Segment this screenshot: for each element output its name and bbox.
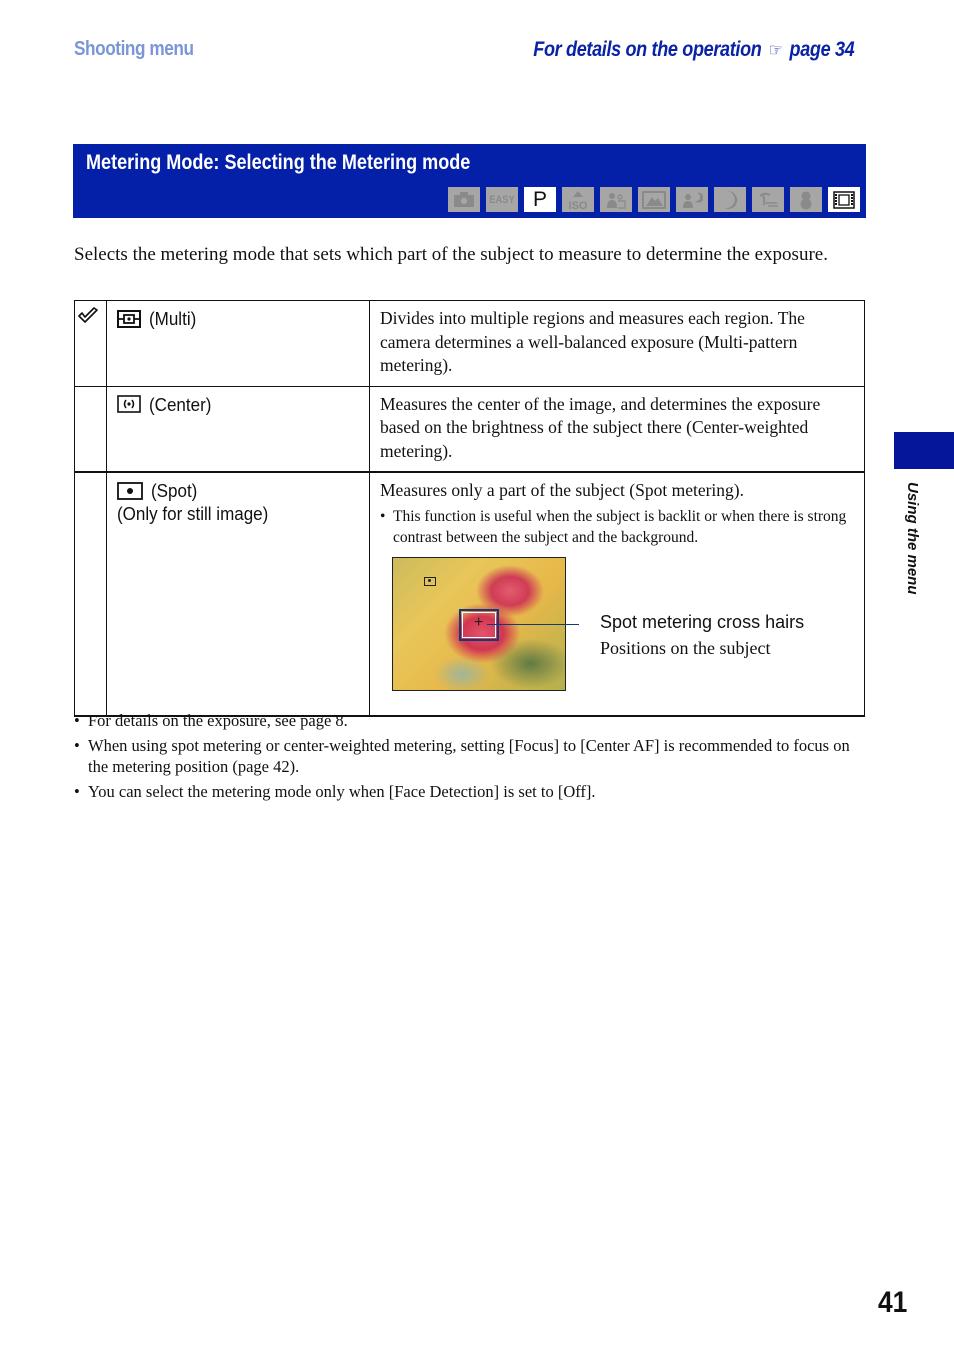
svg-text:ISO: ISO	[569, 200, 588, 210]
easy-mode-icon: EASY	[486, 187, 518, 212]
auto-camera-icon	[448, 187, 480, 212]
twilight-icon	[714, 187, 746, 212]
soft-snap-icon	[600, 187, 632, 212]
title-bar: Metering Mode: Selecting the Metering mo…	[73, 144, 866, 218]
mode-name-cell: (Center)	[106, 385, 370, 473]
landscape-icon	[638, 187, 670, 212]
beach-icon	[752, 187, 784, 212]
mode-description: Measures the center of the image, and de…	[369, 385, 865, 473]
mode-name-cell: (Multi)	[106, 300, 370, 387]
table-row: (Center) Measures the center of the imag…	[74, 385, 865, 473]
callout-subtitle: Positions on the subject	[600, 637, 771, 658]
program-mode-icon: P	[524, 187, 556, 212]
center-metering-icon	[117, 395, 141, 413]
default-checkmark-icon	[78, 307, 98, 323]
mode-icons: EASY P ISO	[448, 187, 860, 212]
mode-tip: This function is useful when the subject…	[380, 506, 854, 548]
chapter-label: Using the menu	[904, 482, 921, 595]
table-row: (Spot) (Only for still image) Measures o…	[74, 471, 865, 716]
intro-text: Selects the metering mode that sets whic…	[74, 244, 828, 265]
table-row: (Multi) Divides into multiple regions an…	[74, 300, 865, 387]
spot-metering-icon	[117, 481, 143, 500]
spot-example: + Spot metering cross hairs Positions on…	[380, 556, 854, 707]
details-prefix: For details on the operation	[532, 38, 762, 61]
pointing-hand-icon: ☞	[768, 40, 782, 60]
note-item: When using spot metering or center-weigh…	[74, 735, 864, 777]
high-sensitivity-icon: ISO	[562, 187, 594, 212]
metering-modes-table: (Multi) Divides into multiple regions an…	[74, 300, 865, 717]
mode-name: (Spot)	[151, 480, 198, 501]
page-title: Metering Mode: Selecting the Metering mo…	[86, 151, 471, 174]
twilight-portrait-icon	[676, 187, 708, 212]
note-item: For details on the exposure, see page 8.	[74, 710, 864, 731]
mode-name-cell: (Spot) (Only for still image)	[106, 471, 370, 716]
default-marker-cell	[74, 471, 107, 716]
note-item: You can select the metering mode only wh…	[74, 781, 864, 802]
spot-crosshair-icon: +	[459, 608, 499, 641]
mode-description: Measures only a part of the subject (Spo…	[380, 480, 744, 500]
spot-indicator-icon	[424, 576, 436, 586]
default-marker-cell	[74, 300, 107, 387]
default-marker-cell	[74, 385, 107, 473]
details-reference[interactable]: For details on the operation ☞ page 34	[533, 38, 854, 62]
details-page-link[interactable]: page 34	[789, 38, 854, 61]
page-number: 41	[878, 1286, 908, 1319]
notes-list: For details on the exposure, see page 8.…	[74, 710, 864, 806]
mode-name: (Center)	[149, 393, 212, 415]
section-header: Shooting menu	[74, 38, 194, 60]
mode-restriction: (Only for still image)	[117, 503, 269, 524]
chapter-tab[interactable]	[894, 432, 954, 469]
callout-line	[487, 623, 579, 625]
mode-name: (Multi)	[149, 308, 197, 329]
movie-mode-icon	[828, 187, 860, 212]
snow-icon	[790, 187, 822, 212]
multi-metering-icon	[117, 309, 141, 328]
callout-title: Spot metering cross hairs	[600, 611, 805, 632]
mode-description: Divides into multiple regions and measur…	[369, 300, 865, 387]
mode-description-cell: Measures only a part of the subject (Spo…	[369, 471, 865, 716]
